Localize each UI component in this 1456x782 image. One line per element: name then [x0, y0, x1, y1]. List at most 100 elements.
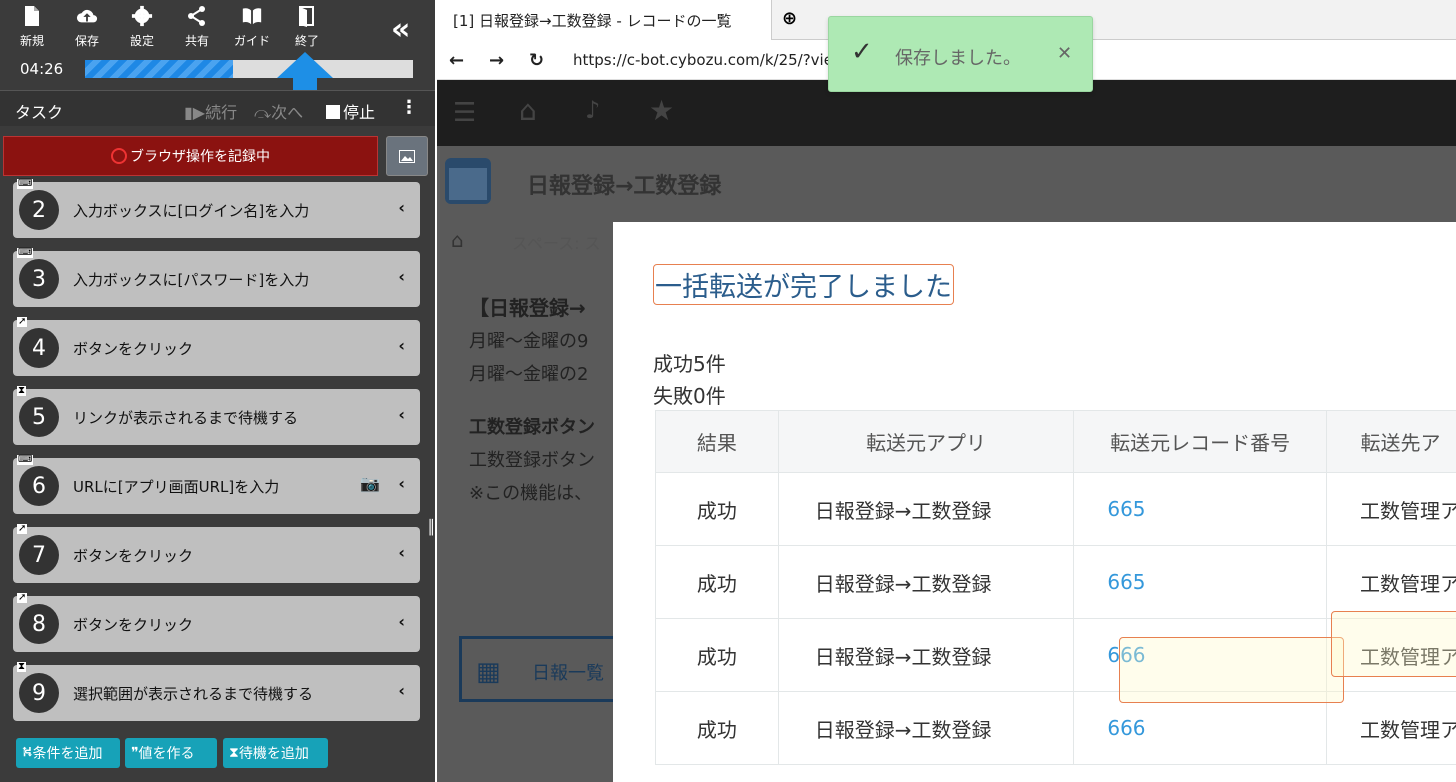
- share-button[interactable]: 共有: [173, 5, 221, 49]
- save-button[interactable]: 保存: [63, 5, 111, 49]
- result-cell: 成功: [655, 545, 779, 619]
- step-number: 8: [19, 604, 59, 644]
- file-icon: [25, 6, 39, 26]
- chevron-left-icon[interactable]: ‹: [398, 543, 405, 562]
- make-value-button[interactable]: ❞ 値を作る: [125, 738, 217, 768]
- column-header: 結果: [655, 410, 779, 473]
- list-view-button[interactable]: ▦ 日報一覧: [459, 636, 629, 702]
- more-menu-icon[interactable]: ⋮: [400, 97, 418, 118]
- step-number: 5: [19, 397, 59, 437]
- target-app-cell: 工数管理ア: [1326, 545, 1456, 619]
- continue-button[interactable]: ▮▶続行: [184, 99, 237, 123]
- home-icon[interactable]: ⌂: [519, 94, 537, 127]
- step-number: 6: [19, 466, 59, 506]
- step-item[interactable]: ⌨ 2 入力ボックスに[ログイン名]を入力 ‹: [13, 179, 420, 238]
- image-icon: [399, 149, 415, 163]
- collapse-panel-icon[interactable]: «: [391, 12, 410, 47]
- browser-tab[interactable]: [1] 日報登録→工数登録 - レコードの一覧: [437, 0, 772, 40]
- chevron-left-icon[interactable]: ‹: [398, 336, 405, 355]
- step-item[interactable]: ⧗ 9 選択範囲が表示されるまで待機する ‹: [13, 661, 420, 721]
- app-description: 【日報登録→ 月曜～金曜の9 月曜～金曜の2 工数登録ボタン 工数登録ボタン ※…: [469, 296, 595, 504]
- step-item[interactable]: ➚ 8 ボタンをクリック ‹: [13, 592, 420, 652]
- column-header: 転送元レコード番号: [1073, 410, 1327, 473]
- add-wait-button[interactable]: ⧗ 待機を追加: [223, 738, 328, 768]
- check-icon: ✓: [851, 37, 873, 67]
- cursor-icon: ➚: [17, 316, 28, 327]
- keyboard-icon: ⌨: [17, 247, 34, 258]
- exit-button[interactable]: 終了: [283, 5, 331, 49]
- result-cell: 成功: [655, 472, 779, 546]
- dialog-title: 一括転送が完了しました: [653, 264, 954, 305]
- chevron-left-icon[interactable]: ‹: [398, 474, 405, 493]
- chevron-left-icon[interactable]: ‹: [398, 405, 405, 424]
- cursor-icon: ➚: [17, 592, 28, 603]
- chevron-left-icon[interactable]: ‹: [398, 681, 405, 700]
- target-app-cell: 工数管理ア: [1326, 472, 1456, 546]
- step-label: 入力ボックスに[ログイン名]を入力: [73, 202, 310, 220]
- step-label: 選択範囲が表示されるまで待機する: [73, 685, 314, 703]
- guide-button[interactable]: ガイド: [228, 5, 276, 49]
- step-item[interactable]: ➚ 4 ボタンをクリック ‹: [13, 316, 420, 376]
- breadcrumb[interactable]: スペース: ス: [512, 230, 601, 254]
- bell-icon[interactable]: ♪: [585, 96, 600, 124]
- step-item[interactable]: ⧗ 5 リンクが表示されるまで待機する ‹: [13, 385, 420, 445]
- fail-count: 失敗0件: [653, 384, 726, 408]
- column-header: 転送先ア: [1326, 410, 1456, 473]
- source-record-link[interactable]: 665: [1073, 472, 1327, 546]
- step-item[interactable]: ⌨ 3 入力ボックスに[パスワード]を入力 ‹: [13, 247, 420, 307]
- home-crumb-icon[interactable]: ⌂: [451, 228, 464, 252]
- step-item[interactable]: ⌨ 6 URLに[アプリ画面URL]を入力 📷 ‹: [13, 455, 420, 514]
- hourglass-icon: ⧗: [17, 385, 27, 396]
- step-label: 入力ボックスに[パスワード]を入力: [73, 271, 310, 289]
- column-header: 転送元アプリ: [777, 410, 1075, 473]
- source-app-cell: 日報登録→工数登録: [777, 618, 1075, 692]
- step-number: 3: [19, 259, 59, 299]
- highlight-box: [1331, 611, 1456, 677]
- book-icon: [242, 8, 262, 25]
- step-label: ボタンをクリック: [73, 340, 194, 358]
- hourglass-icon: ⧗: [17, 661, 27, 672]
- image-button[interactable]: [386, 136, 428, 176]
- step-item[interactable]: ➚ 7 ボタンをクリック ‹: [13, 524, 420, 583]
- toast-message: 保存しました。: [895, 48, 1021, 69]
- door-exit-icon: [299, 6, 314, 27]
- result-cell: 成功: [655, 618, 779, 692]
- checkbox-icon: [326, 105, 340, 119]
- new-tab-icon[interactable]: ⊕: [782, 8, 797, 29]
- source-record-link[interactable]: 665: [1073, 545, 1327, 619]
- share-icon: [188, 6, 205, 26]
- table-row: 成功 日報登録→工数登録 665 工数管理ア: [655, 472, 1456, 546]
- close-icon[interactable]: ✕: [1057, 43, 1072, 64]
- source-app-cell: 日報登録→工数登録: [777, 691, 1075, 765]
- source-app-cell: 日報登録→工数登録: [777, 472, 1075, 546]
- recording-button[interactable]: ブラウザ操作を記録中: [3, 136, 378, 176]
- task-bar: タスク ▮▶続行 ⤼次へ 停止 ⋮: [0, 90, 435, 126]
- chevron-left-icon[interactable]: ‹: [398, 267, 405, 286]
- browser-window: [1] 日報登録→工数登録 - レコードの一覧 ⊕ ← → ↻ https://…: [437, 0, 1456, 782]
- next-button[interactable]: ⤼次へ: [254, 99, 303, 123]
- forward-icon[interactable]: →: [489, 50, 504, 71]
- table-row: 成功 日報登録→工数登録 665 工数管理ア: [655, 545, 1456, 619]
- new-button[interactable]: 新規: [8, 5, 56, 49]
- table-icon: ▦: [476, 657, 501, 687]
- splitter-handle[interactable]: ║: [427, 520, 435, 536]
- settings-button[interactable]: 設定: [118, 5, 166, 49]
- step-label: ボタンをクリック: [73, 616, 194, 634]
- add-condition-button[interactable]: ⛕ 条件を追加: [16, 738, 120, 768]
- app-title: 日報登録→工数登録: [527, 174, 722, 199]
- star-icon[interactable]: ★: [649, 94, 674, 127]
- camera-icon[interactable]: 📷: [360, 474, 380, 493]
- chevron-left-icon[interactable]: ‹: [398, 612, 405, 631]
- success-count: 成功5件: [653, 352, 726, 376]
- step-number: 9: [19, 673, 59, 713]
- result-table: 結果 転送元アプリ 転送元レコード番号 転送先ア 成功 日報登録→工数登録 665 工数管理…: [655, 410, 1456, 765]
- menu-icon[interactable]: ☰: [453, 98, 476, 128]
- chevron-left-icon[interactable]: ‹: [398, 198, 405, 217]
- stop-checkbox[interactable]: 停止: [326, 99, 375, 123]
- step-number: 4: [19, 328, 59, 368]
- page-content: ☰ ⌂ ♪ ★ 日報登録→工数登録 ⌂ スペース: ス 【日報登録→ 月曜～金曜…: [437, 80, 1456, 782]
- elapsed-time: 04:26: [20, 60, 64, 78]
- back-icon[interactable]: ←: [449, 50, 464, 71]
- step-label: ボタンをクリック: [73, 547, 194, 565]
- reload-icon[interactable]: ↻: [529, 50, 544, 71]
